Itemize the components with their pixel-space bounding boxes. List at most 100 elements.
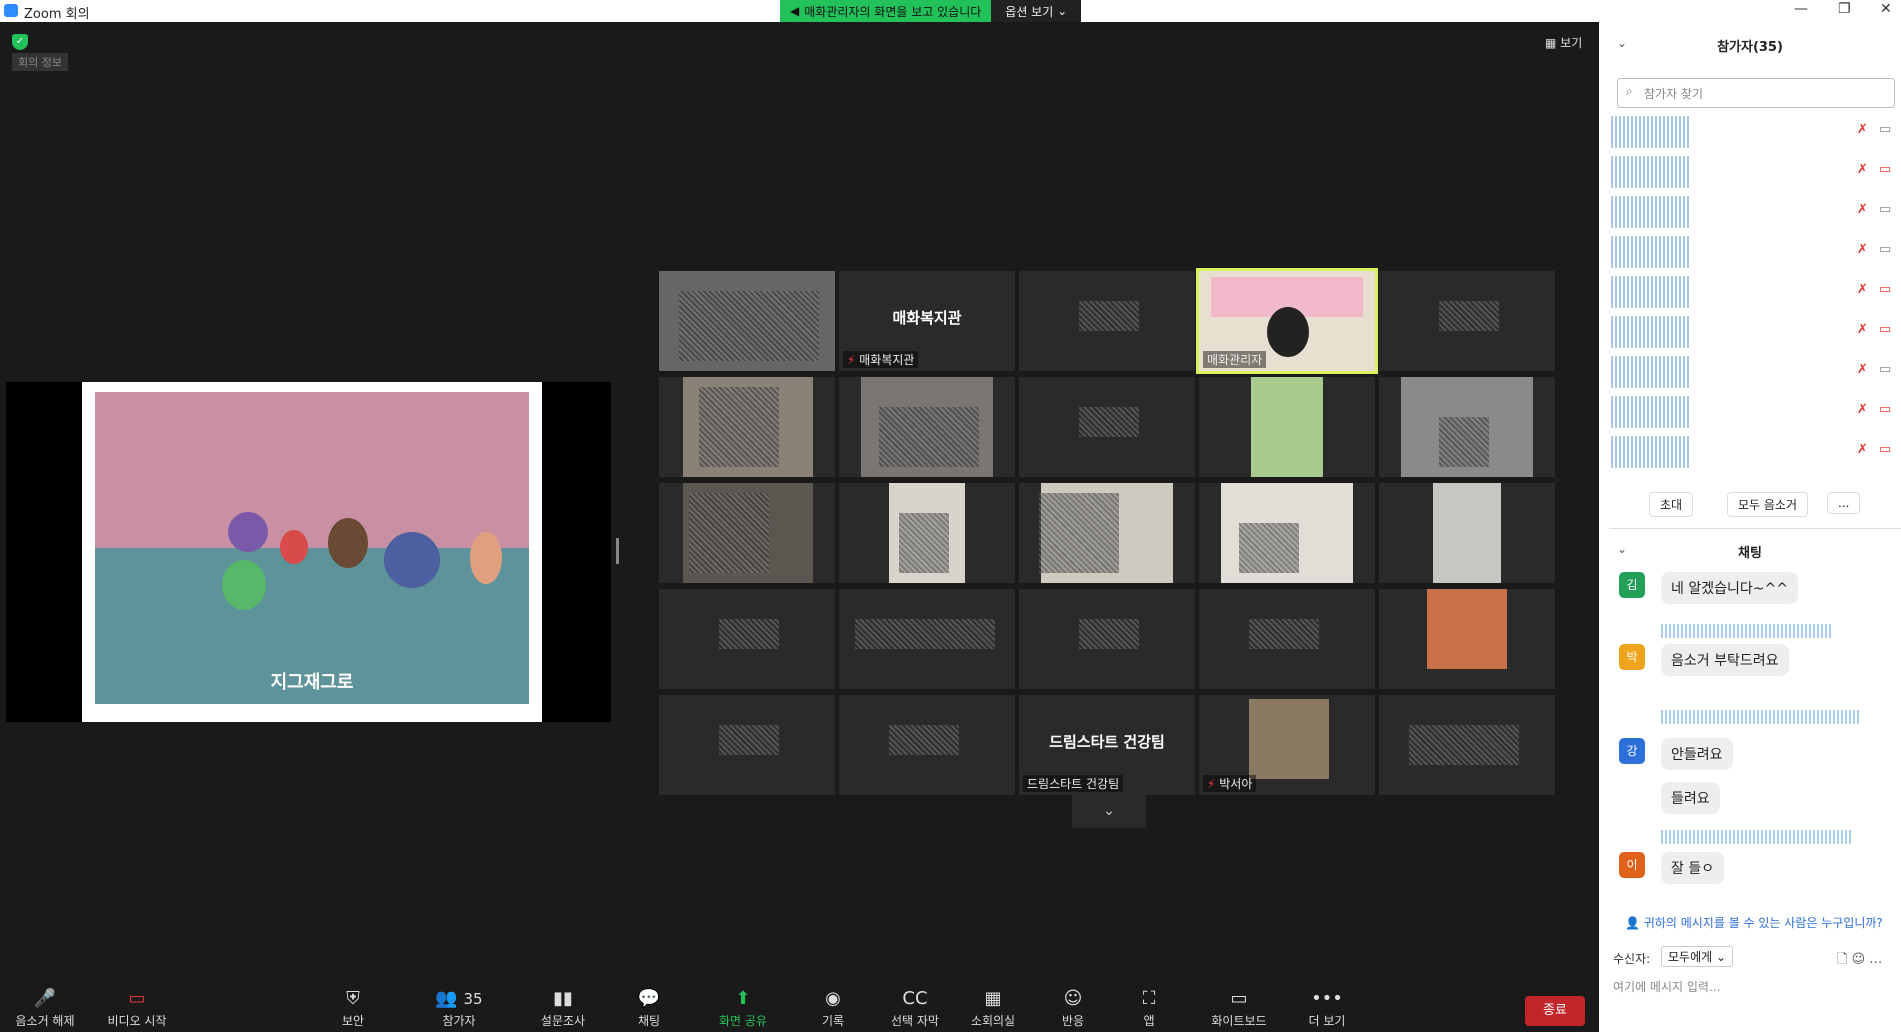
encryption-shield-icon[interactable]: ✓ <box>12 34 28 50</box>
close-button[interactable]: ✕ <box>1880 1 1892 17</box>
participant-row[interactable]: ✗ ▭ <box>1609 352 1901 392</box>
view-button[interactable]: ▦ 보기 <box>1545 34 1582 51</box>
record-button[interactable]: ◉ 기록 <box>788 988 878 1029</box>
video-tile[interactable] <box>839 377 1015 477</box>
video-tile[interactable] <box>1199 483 1375 583</box>
share-label: 화면 공유 <box>719 1014 767 1028</box>
video-tile[interactable] <box>1379 695 1555 795</box>
split-resize-handle[interactable] <box>616 538 619 564</box>
participant-row[interactable]: ✗ ▭ <box>1609 272 1901 312</box>
video-off-icon: ▭ <box>1879 282 1892 297</box>
participant-row[interactable]: ✗ ▭ <box>1609 312 1901 352</box>
tile-name: 매화관리자 <box>1203 351 1267 368</box>
video-tile[interactable] <box>1379 377 1555 477</box>
minimize-button[interactable]: — <box>1794 1 1808 17</box>
more-options-icon[interactable]: … <box>1869 952 1882 967</box>
next-page-button[interactable]: ⌄ <box>1072 794 1146 828</box>
video-tile[interactable] <box>659 377 835 477</box>
red-character <box>280 530 308 564</box>
video-tile[interactable] <box>659 483 835 583</box>
more-button[interactable]: ••• 더 보기 <box>1282 988 1372 1029</box>
pixelated-face <box>689 493 769 573</box>
polls-button[interactable]: ▮▮ 설문조사 <box>518 988 608 1029</box>
start-video-button[interactable]: ▭ 비디오 시작 <box>92 988 182 1029</box>
tile-center-name: 드림스타트 건강팀 <box>1049 733 1165 751</box>
muted-mic-icon: ✗ <box>1857 202 1868 217</box>
end-meeting-button[interactable]: 종료 <box>1525 996 1585 1026</box>
video-tile[interactable] <box>1379 271 1555 371</box>
video-tile[interactable] <box>1019 589 1195 689</box>
video-tile[interactable] <box>1019 483 1195 583</box>
video-tile[interactable] <box>1379 589 1555 689</box>
participants-icon: 👥 35 <box>435 988 483 1009</box>
video-tile-active-speaker[interactable]: 매화관리자 <box>1196 268 1378 374</box>
participant-row[interactable]: ✗ ▭ <box>1609 392 1901 432</box>
recipient-select[interactable]: 모두에게 ⌄ <box>1661 946 1734 967</box>
participant-row[interactable]: ✗ ▭ <box>1609 152 1901 192</box>
side-panel: ⌄ 참가자(35) ⌕ 참가자 찾기 ✗ ▭ ✗ ▭ ✗ ▭ ✗ ▭ ✗ ▭ ✗ ▭ ✗ ▭ … <box>1599 22 1901 1032</box>
emoji-icon[interactable]: ☺ <box>1852 952 1866 967</box>
video-tile[interactable] <box>659 695 835 795</box>
video-tile[interactable] <box>1379 483 1555 583</box>
video-tile[interactable] <box>1019 377 1195 477</box>
video-tile[interactable] <box>1019 271 1195 371</box>
chat-button[interactable]: 💬 채팅 <box>604 988 694 1029</box>
video-tile[interactable] <box>659 271 835 371</box>
participant-search-input[interactable]: ⌕ 참가자 찾기 <box>1617 78 1895 108</box>
participant-row[interactable]: ✗ ▭ <box>1609 232 1901 272</box>
video-tile[interactable] <box>1199 377 1375 477</box>
participants-count: 35 <box>463 990 483 1008</box>
unmute-button[interactable]: 🎤 음소거 해제 <box>0 988 90 1029</box>
pixelated-name <box>855 619 995 649</box>
search-icon: ⌕ <box>1626 84 1633 98</box>
speaker-person <box>1267 307 1309 357</box>
reactions-label: 반응 <box>1061 1014 1085 1028</box>
maximize-button[interactable]: ❐ <box>1838 1 1851 17</box>
participants-button[interactable]: 👥 35 참가자 <box>414 988 504 1029</box>
mute-all-button[interactable]: 모두 음소거 <box>1727 492 1809 517</box>
video-tile[interactable] <box>659 589 835 689</box>
unmute-label: 음소거 해제 <box>15 1014 75 1028</box>
video-tile[interactable] <box>1199 589 1375 689</box>
participant-row[interactable]: ✗ ▭ <box>1609 192 1901 232</box>
participant-row[interactable]: ✗ ▭ <box>1609 432 1901 472</box>
video-tile[interactable] <box>839 483 1015 583</box>
security-button[interactable]: ⛨ 보안 <box>308 988 398 1029</box>
whiteboard-button[interactable]: ▭ 화이트보드 <box>1194 988 1284 1029</box>
captions-button[interactable]: CC 선택 자막 <box>870 988 960 1029</box>
video-tile[interactable] <box>839 589 1015 689</box>
video-icon: ▭ <box>1879 362 1892 377</box>
chat-input[interactable]: 여기에 메시지 입력... <box>1613 978 1720 995</box>
muted-mic-icon: ✗ <box>1857 402 1868 417</box>
avatar <box>1611 276 1691 308</box>
participants-more-button[interactable]: ... <box>1827 492 1861 514</box>
chat-message: 들려요 <box>1661 782 1720 814</box>
video-icon: ▭ <box>1879 122 1892 137</box>
view-options-button[interactable]: 옵션 보기 ⌄ <box>991 0 1082 22</box>
video-tile[interactable]: ⚡ 박서아 <box>1199 695 1375 795</box>
muted-mic-icon: ⚡ <box>847 353 856 367</box>
participants-header: 참가자(35) <box>1717 40 1783 55</box>
tile-center-name: 매화복지관 <box>892 309 962 327</box>
avatar <box>1611 396 1691 428</box>
apps-icon: ⛶ <box>1142 988 1156 1009</box>
share-screen-button[interactable]: ⬆ 화면 공유 <box>698 988 788 1029</box>
breakout-rooms-button[interactable]: ▦ 소회의실 <box>948 988 1038 1029</box>
participant-row[interactable]: ✗ ▭ <box>1609 112 1901 152</box>
video-tile[interactable]: 매화복지관 ⚡ 매화복지관 <box>839 271 1015 371</box>
invite-button[interactable]: 초대 <box>1649 492 1694 517</box>
whiteboard-icon: ▭ <box>1230 988 1248 1009</box>
meeting-info-button[interactable]: 회의 정보 <box>12 53 68 71</box>
apps-button[interactable]: ⛶ 앱 <box>1104 988 1194 1029</box>
who-can-see-link[interactable]: 👤 귀하의 메시지를 볼 수 있는 사람은 누구입니까? <box>1625 914 1883 931</box>
share-up-arrow-icon: ⬆ <box>735 988 751 1009</box>
window-title: Zoom 회의 <box>24 7 90 22</box>
chat-label: 채팅 <box>637 1014 661 1028</box>
shared-screen: 지그재그로 <box>6 382 611 722</box>
chat-message: 음소거 부탁드려요 <box>1661 644 1789 676</box>
file-icon[interactable]: 🗋 <box>1837 952 1847 967</box>
slide-caption: 지그재그로 <box>270 672 354 693</box>
video-icon: ▭ <box>1879 242 1892 257</box>
video-tile[interactable]: 드림스타트 건강팀 드림스타트 건강팀 <box>1019 695 1195 795</box>
video-tile[interactable] <box>839 695 1015 795</box>
